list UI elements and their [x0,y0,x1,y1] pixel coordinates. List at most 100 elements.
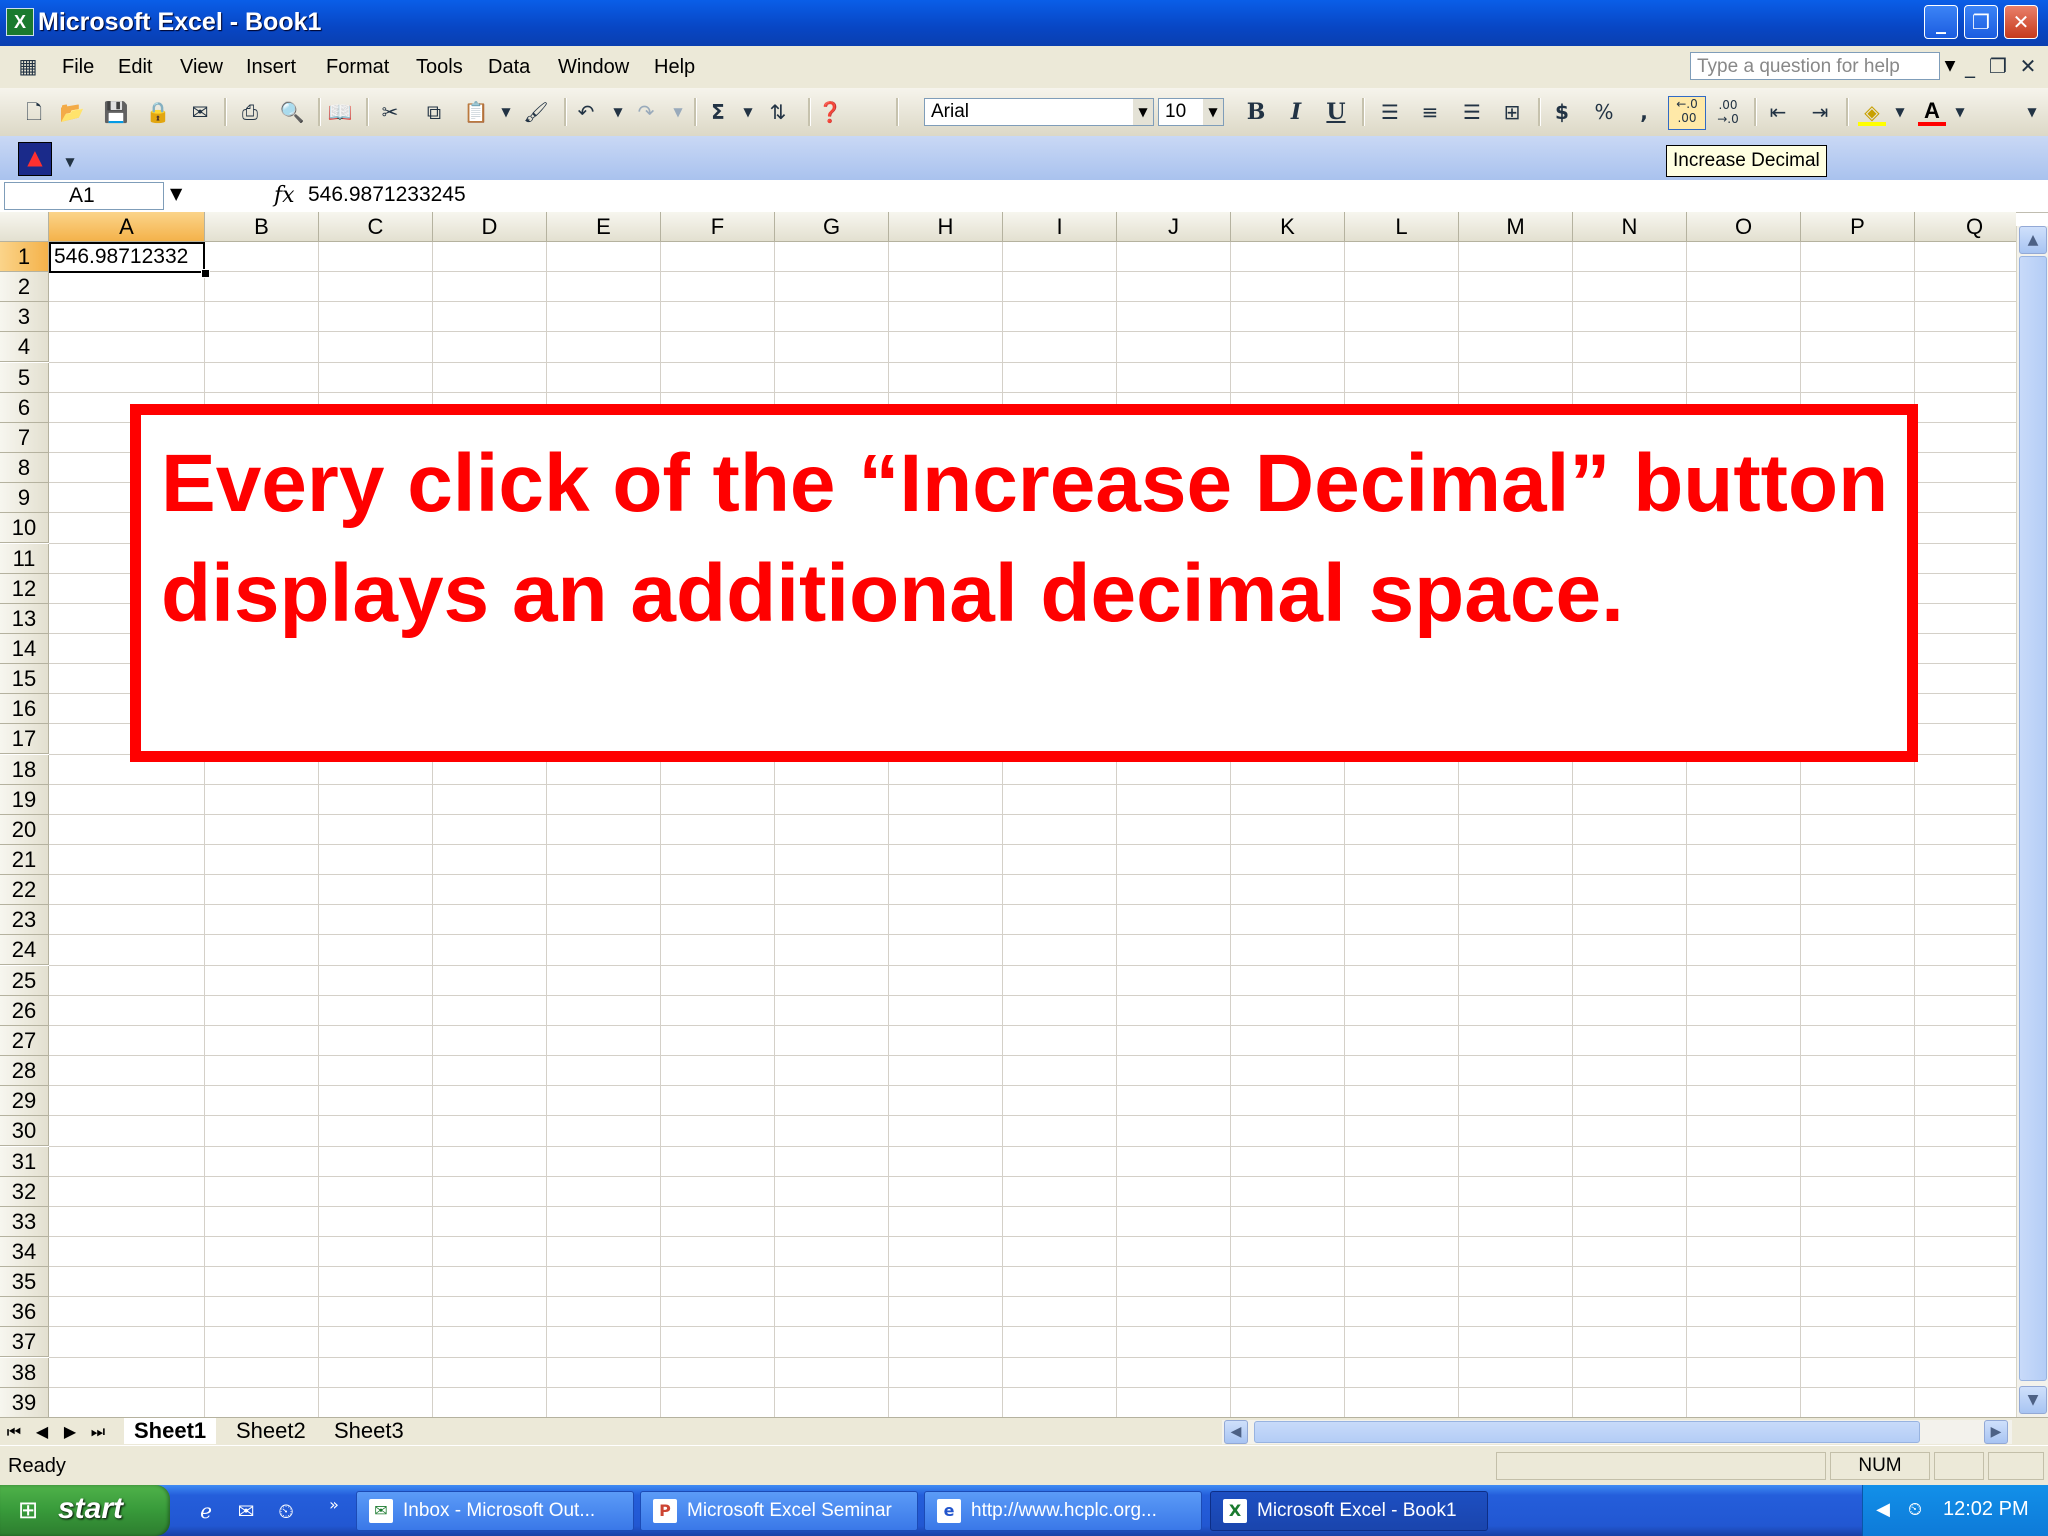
close-button[interactable]: ✕ [2004,5,2038,39]
research-icon[interactable]: 📖 [326,98,354,126]
column-header-o[interactable]: O [1687,212,1801,242]
row-header-18[interactable]: 18 [0,754,49,785]
undo-icon[interactable]: ↶ [572,98,600,126]
row-header-11[interactable]: 11 [0,543,49,574]
percent-icon[interactable]: % [1590,98,1618,126]
row-header-13[interactable]: 13 [0,603,49,634]
column-header-q[interactable]: Q [1915,212,2016,242]
align-center-icon[interactable]: ≡ [1416,98,1444,126]
row-header-31[interactable]: 31 [0,1146,49,1177]
row-header-30[interactable]: 30 [0,1116,49,1147]
vertical-scroll-thumb[interactable] [2019,256,2047,1381]
tab-sheet1[interactable]: Sheet1 [124,1418,217,1444]
chevron-down-icon[interactable]: ▼ [1203,99,1223,125]
column-header-n[interactable]: N [1573,212,1687,242]
row-header-23[interactable]: 23 [0,905,49,936]
calendar-icon[interactable]: ⏲ [272,1497,300,1525]
row-header-6[interactable]: 6 [0,392,49,423]
start-button[interactable]: ⊞ start [0,1485,170,1536]
font-size-select[interactable]: 10 ▼ [1158,98,1224,126]
row-header-4[interactable]: 4 [0,332,49,363]
taskbar-item-powerpoint[interactable]: P Microsoft Excel Seminar [640,1491,918,1531]
row-header-25[interactable]: 25 [0,965,49,996]
open-icon[interactable]: 📂 [58,98,86,126]
email-icon[interactable]: ✉ [186,98,214,126]
formula-input[interactable]: 546.9871233245 [308,183,466,207]
horizontal-scroll-thumb[interactable] [1254,1421,1920,1443]
workbook-minimize-icon[interactable]: _ [1956,52,1984,80]
row-header-9[interactable]: 9 [0,483,49,514]
tab-sheet3[interactable]: Sheet3 [324,1418,414,1444]
chevron-down-icon[interactable]: ▼ [170,184,182,203]
chevron-down-icon[interactable]: ▼ [1133,99,1153,125]
name-box[interactable]: A1 [4,182,164,210]
permission-icon[interactable]: 🔒 [144,98,172,126]
last-sheet-icon[interactable]: ⏭ [86,1420,110,1444]
toolbar-options-icon[interactable]: ▼ [56,148,84,176]
undo-dropdown-icon[interactable]: ▼ [604,98,632,126]
excel-icon[interactable]: X [6,8,34,36]
taskbar-item-excel[interactable]: X Microsoft Excel - Book1 [1210,1491,1488,1531]
taskbar-item-browser[interactable]: e http://www.hcplc.org... [924,1491,1202,1531]
restore-button[interactable]: ❐ [1964,5,1998,39]
scroll-up-icon[interactable]: ▲ [2019,226,2047,254]
workbook-icon[interactable]: ▦ [14,52,42,80]
select-all-corner[interactable] [0,212,49,242]
row-header-17[interactable]: 17 [0,724,49,755]
row-header-29[interactable]: 29 [0,1086,49,1117]
paste-icon[interactable]: 📋 [462,98,490,126]
column-header-i[interactable]: I [1003,212,1117,242]
column-header-h[interactable]: H [889,212,1003,242]
menu-tools[interactable]: Tools [416,56,463,79]
row-header-26[interactable]: 26 [0,995,49,1026]
menu-view[interactable]: View [180,56,223,79]
menu-help[interactable]: Help [654,56,695,79]
column-header-g[interactable]: G [775,212,889,242]
function-icon[interactable]: fx [274,183,295,208]
toolbar-options-icon[interactable]: ▼ [2018,98,2046,126]
row-header-15[interactable]: 15 [0,664,49,695]
increase-decimal-icon[interactable]: ←.0.00 [1668,96,1706,130]
fill-handle[interactable] [201,269,210,278]
row-header-34[interactable]: 34 [0,1236,49,1267]
row-header-1[interactable]: 1 [0,242,49,272]
reminder-icon[interactable]: ⏲ [1903,1498,1927,1522]
increase-indent-icon[interactable]: ⇥ [1806,98,1834,126]
format-painter-icon[interactable]: 🖌 [522,98,550,126]
row-header-2[interactable]: 2 [0,272,49,303]
align-left-icon[interactable]: ☰ [1376,98,1404,126]
next-sheet-icon[interactable]: ▶ [58,1420,82,1444]
row-header-37[interactable]: 37 [0,1327,49,1358]
help-icon[interactable]: ❓ [816,98,844,126]
bold-icon[interactable]: B [1242,98,1270,126]
row-header-14[interactable]: 14 [0,633,49,664]
menu-window[interactable]: Window [558,56,629,79]
row-header-5[interactable]: 5 [0,362,49,393]
row-header-32[interactable]: 32 [0,1176,49,1207]
vertical-scrollbar[interactable]: ▲ ▼ [2016,226,2048,1417]
row-header-19[interactable]: 19 [0,784,49,815]
comma-icon[interactable]: , [1630,98,1658,126]
cut-icon[interactable]: ✂ [376,98,404,126]
currency-icon[interactable]: $ [1548,98,1576,126]
align-right-icon[interactable]: ☰ [1458,98,1486,126]
column-header-p[interactable]: P [1801,212,1915,242]
column-header-l[interactable]: L [1345,212,1459,242]
scroll-left-icon[interactable]: ◀ [1224,1420,1248,1444]
chevron-right-icon[interactable]: » [320,1491,348,1519]
merge-center-icon[interactable]: ⊞ [1498,98,1526,126]
tab-sheet2[interactable]: Sheet2 [226,1418,316,1444]
column-header-m[interactable]: M [1459,212,1573,242]
minimize-button[interactable]: _ [1924,5,1958,39]
outlook-icon[interactable]: ✉ [232,1497,260,1525]
addin-icon[interactable]: ▲ [18,142,52,176]
font-name-select[interactable]: Arial ▼ [924,98,1154,126]
redo-dropdown-icon[interactable]: ▼ [664,98,692,126]
paste-dropdown-icon[interactable]: ▼ [492,98,520,126]
spreadsheet-grid[interactable]: ABCDEFGHIJKLMNOPQ 1 2 3 4 5 6 7 8 9 10 11 12 13 14 15 1… [0,212,2016,1417]
chevron-left-icon[interactable]: ◀ [1871,1498,1895,1522]
scroll-right-icon[interactable]: ▶ [1984,1420,2008,1444]
row-header-21[interactable]: 21 [0,845,49,875]
row-header-16[interactable]: 16 [0,694,49,725]
row-header-3[interactable]: 3 [0,302,49,333]
